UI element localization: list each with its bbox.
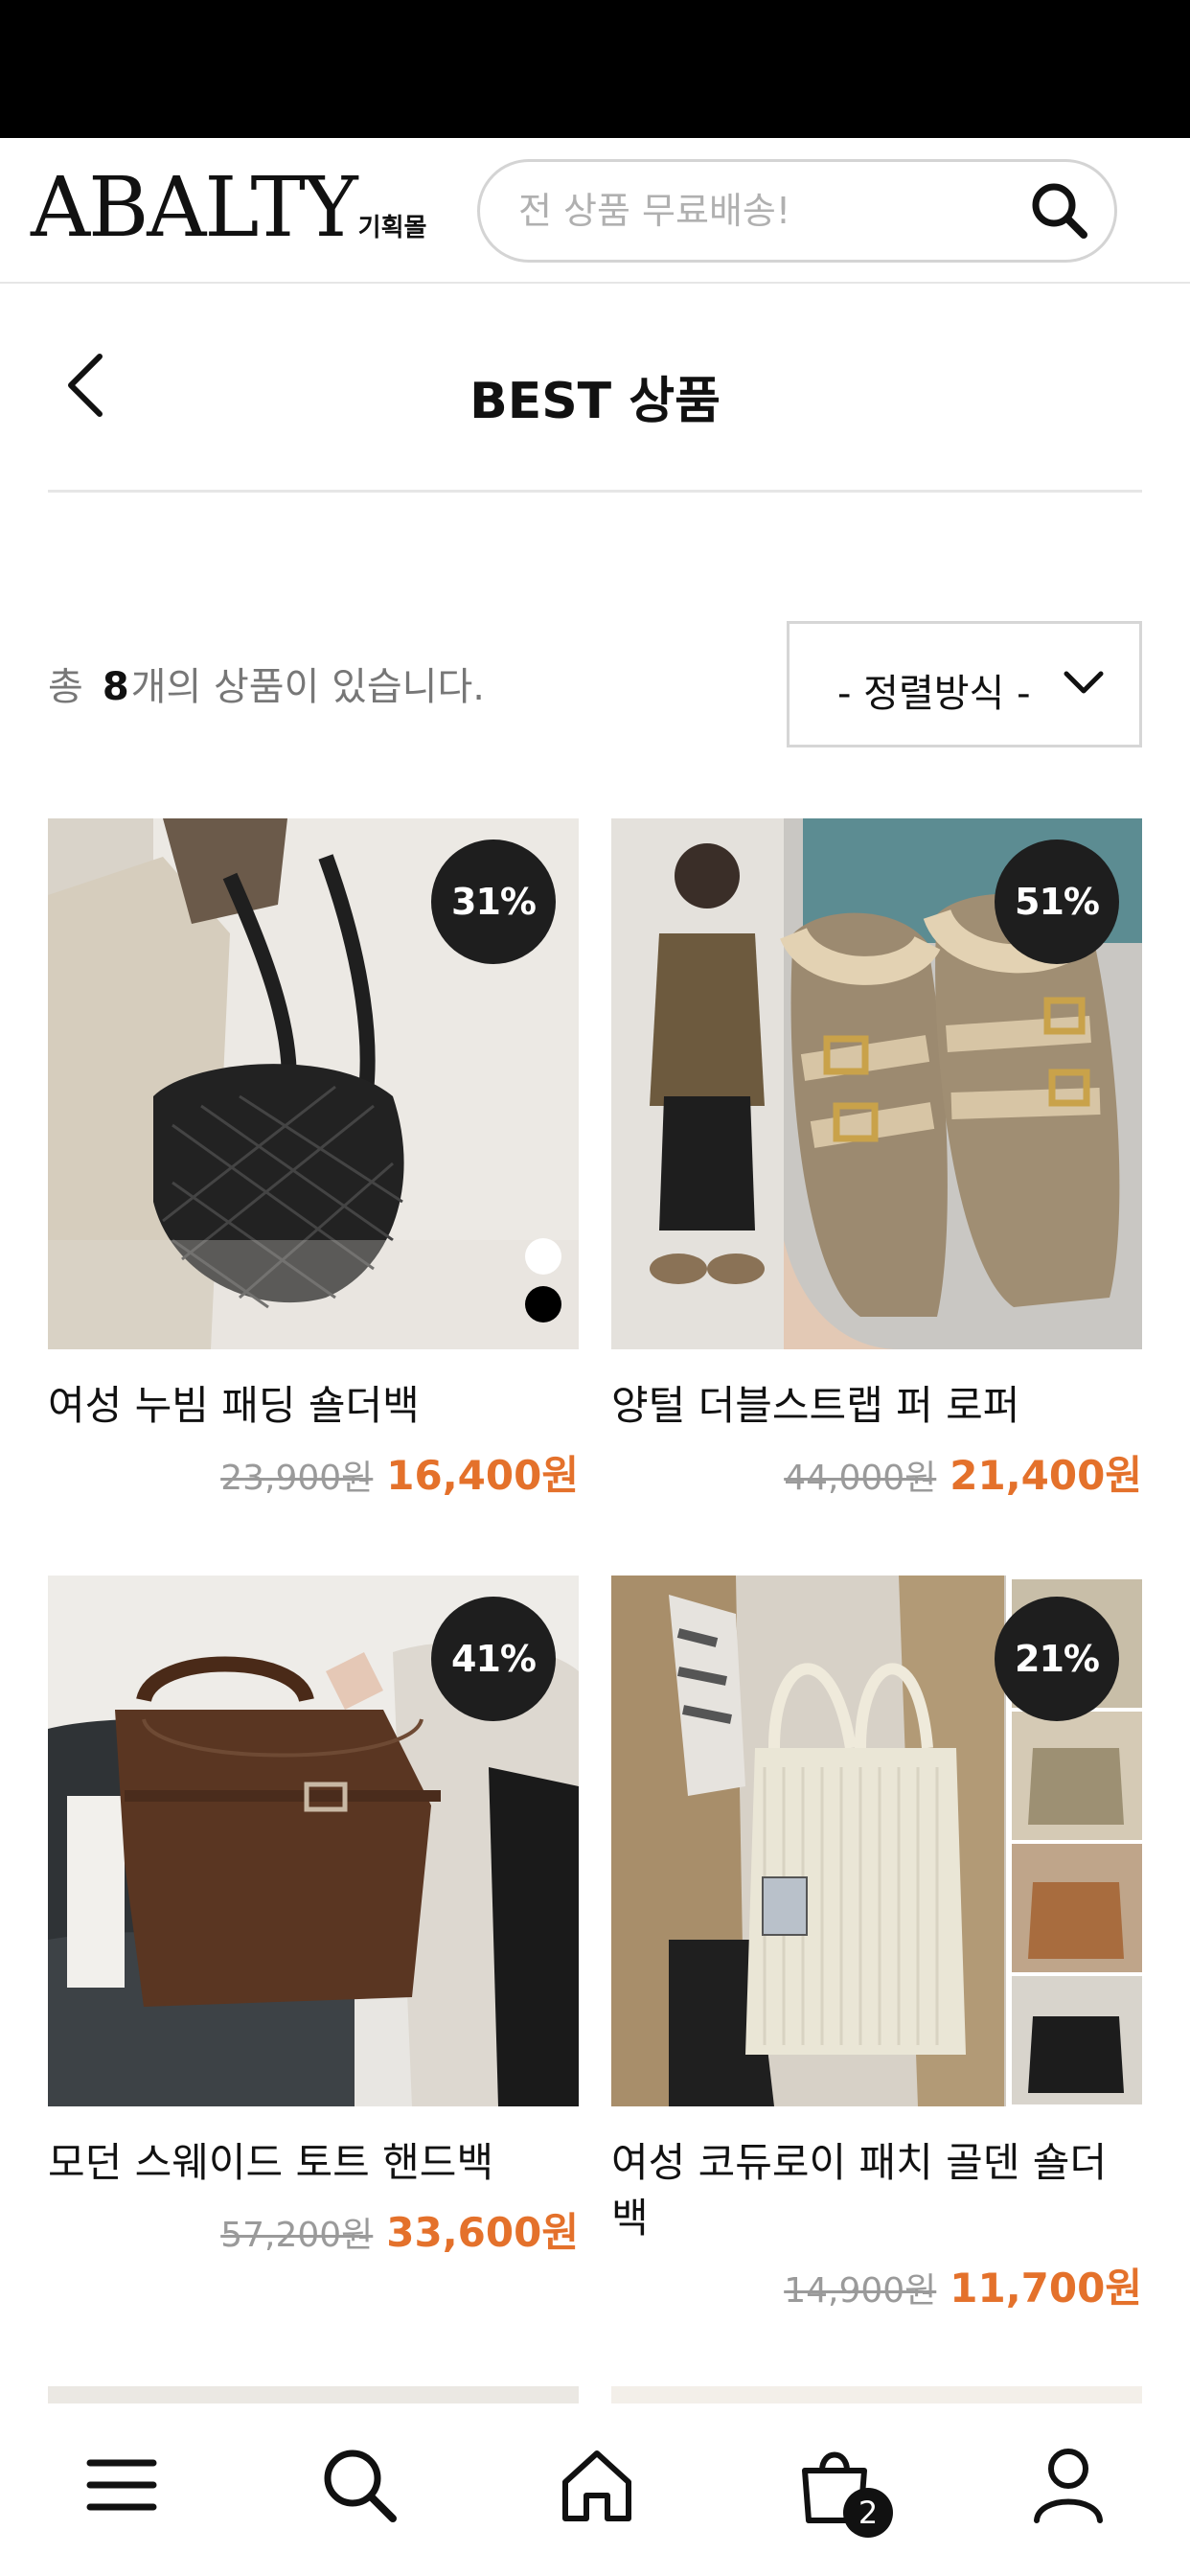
- count-suffix: 개의 상품이 있습니다.: [130, 665, 486, 709]
- color-dot-black[interactable]: [525, 1286, 561, 1322]
- color-dot-white[interactable]: [525, 1238, 561, 1275]
- sale-price: 33,600원: [386, 2209, 579, 2256]
- site-header: ABALTY 기획몰: [0, 138, 1190, 284]
- bottom-nav: 2: [0, 2404, 1190, 2576]
- search-icon[interactable]: [316, 2442, 402, 2528]
- product-card[interactable]: 31% 여성 누빔 패딩 숄더백 23,900원 16,400원: [48, 818, 579, 1502]
- count-number: 8: [102, 665, 129, 709]
- menu-icon[interactable]: [79, 2442, 165, 2528]
- product-name[interactable]: 양털 더블스트랩 퍼 로퍼: [611, 1378, 1142, 1434]
- discount-badge: 51%: [995, 840, 1119, 964]
- product-image[interactable]: 21%: [611, 1576, 1142, 2106]
- title-bar: BEST 상품: [48, 284, 1142, 493]
- user-icon[interactable]: [1025, 2442, 1111, 2528]
- product-name[interactable]: 여성 누빔 패딩 숄더백: [48, 1378, 579, 1434]
- logo-text: ABALTY: [31, 160, 358, 256]
- search-box: [477, 159, 1117, 263]
- sort-label: - 정렬방식 -: [837, 672, 1031, 716]
- image-pager: [521, 1238, 563, 1334]
- price-row: 44,000원 21,400원: [611, 1443, 1142, 1502]
- product-name[interactable]: 모던 스웨이드 토트 핸드백: [48, 2135, 579, 2191]
- chevron-down-icon: [1061, 668, 1107, 699]
- discount-badge: 21%: [995, 1597, 1119, 1721]
- original-price: 14,900원: [784, 2271, 937, 2311]
- product-image[interactable]: 51%: [611, 818, 1142, 1349]
- sale-price: 16,400원: [386, 1452, 579, 1499]
- sort-dropdown[interactable]: - 정렬방식 -: [787, 621, 1142, 748]
- home-icon[interactable]: [554, 2442, 640, 2528]
- count-prefix: 총: [48, 665, 83, 709]
- search-input[interactable]: [518, 162, 1017, 260]
- discount-badge: 41%: [431, 1597, 556, 1721]
- original-price: 57,200원: [220, 2216, 374, 2255]
- page-title: BEST 상품: [469, 373, 721, 430]
- sale-price: 21,400원: [950, 1452, 1142, 1499]
- search-icon[interactable]: [1028, 179, 1091, 242]
- price-row: 57,200원 33,600원: [48, 2200, 579, 2259]
- product-card[interactable]: 41% 모던 스웨이드 토트 핸드백 57,200원 33,600원: [48, 1576, 579, 2259]
- listing-toolbar: 총 8개의 상품이 있습니다. - 정렬방식 -: [48, 621, 1142, 748]
- price-row: 14,900원 11,700원: [611, 2256, 1142, 2314]
- cart-icon[interactable]: 2: [791, 2442, 893, 2538]
- logo[interactable]: ABALTY 기획몰: [31, 167, 426, 249]
- status-bar: [0, 0, 1190, 138]
- product-image[interactable]: 41%: [48, 1576, 579, 2106]
- cart-count-badge: 2: [843, 2488, 893, 2538]
- product-count: 총 8개의 상품이 있습니다.: [48, 656, 485, 711]
- original-price: 44,000원: [784, 1459, 937, 1498]
- original-price: 23,900원: [220, 1459, 374, 1498]
- product-card[interactable]: 51% 양털 더블스트랩 퍼 로퍼 44,000원 21,400원: [611, 818, 1142, 1502]
- discount-badge: 31%: [431, 840, 556, 964]
- logo-subtitle: 기획몰: [357, 214, 427, 242]
- product-image[interactable]: 31%: [48, 818, 579, 1349]
- product-name[interactable]: 여성 코듀로이 패치 골덴 숄더백: [611, 2135, 1142, 2246]
- price-row: 23,900원 16,400원: [48, 1443, 579, 1502]
- product-card[interactable]: 21% 여성 코듀로이 패치 골덴 숄더백 14,900원 11,700원: [611, 1576, 1142, 2314]
- sale-price: 11,700원: [950, 2265, 1142, 2312]
